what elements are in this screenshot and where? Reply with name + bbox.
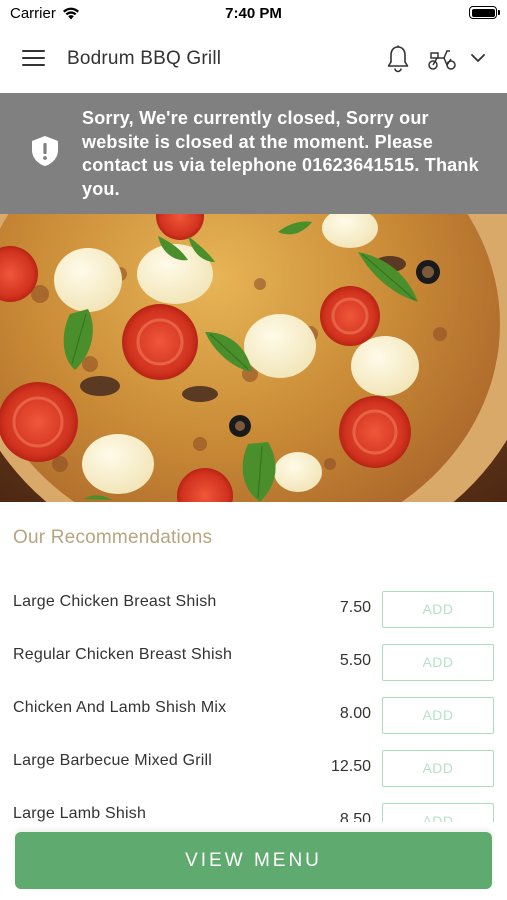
closed-notice-banner: Sorry, We're currently closed, Sorry our…	[0, 93, 507, 214]
item-price: 7.50	[339, 599, 371, 616]
app-header: Bodrum BBQ Grill	[0, 26, 507, 93]
hero-pizza-image	[0, 214, 507, 502]
add-button[interactable]: ADD	[382, 750, 494, 787]
recommendation-row: Large Chicken Breast Shish 7.50 ADD	[0, 577, 507, 630]
status-bar: Carrier 7:40 PM	[0, 0, 507, 26]
item-name: Chicken And Lamb Shish Mix	[13, 699, 227, 716]
hamburger-menu-icon[interactable]	[22, 50, 45, 68]
recommendations-list: Large Chicken Breast Shish 7.50 ADD Regu…	[0, 577, 507, 822]
scooter-icon[interactable]	[427, 47, 457, 71]
recommendation-row: Chicken And Lamb Shish Mix 8.00 ADD	[0, 683, 507, 736]
item-name: Large Chicken Breast Shish	[13, 593, 217, 610]
add-button[interactable]: ADD	[382, 803, 494, 822]
recommendation-row: Regular Chicken Breast Shish 5.50 ADD	[0, 630, 507, 683]
item-name: Regular Chicken Breast Shish	[13, 646, 233, 663]
item-price: 5.50	[339, 652, 371, 669]
clock: 7:40 PM	[225, 5, 282, 22]
item-price: 8.50	[339, 811, 371, 822]
item-price: 8.00	[339, 705, 371, 722]
recommendation-row: Large Lamb Shish 8.50 ADD	[0, 789, 507, 822]
add-button[interactable]: ADD	[382, 591, 494, 628]
item-price: 12.50	[330, 758, 371, 775]
add-button[interactable]: ADD	[382, 644, 494, 681]
recommendations-title: Our Recommendations	[13, 527, 213, 548]
item-name: Large Barbecue Mixed Grill	[13, 752, 213, 769]
recommendation-row: Large Barbecue Mixed Grill 12.50 ADD	[0, 736, 507, 789]
item-name: Large Lamb Shish	[13, 805, 147, 822]
battery-icon	[469, 6, 500, 19]
chevron-down-icon[interactable]	[470, 52, 486, 64]
shield-icon	[32, 136, 58, 166]
view-menu-button[interactable]: VIEW MENU	[15, 832, 492, 889]
add-button[interactable]: ADD	[382, 697, 494, 734]
closed-message: Sorry, We're currently closed, Sorry our…	[82, 108, 479, 199]
bell-icon[interactable]	[386, 45, 410, 73]
restaurant-title: Bodrum BBQ Grill	[67, 48, 222, 69]
